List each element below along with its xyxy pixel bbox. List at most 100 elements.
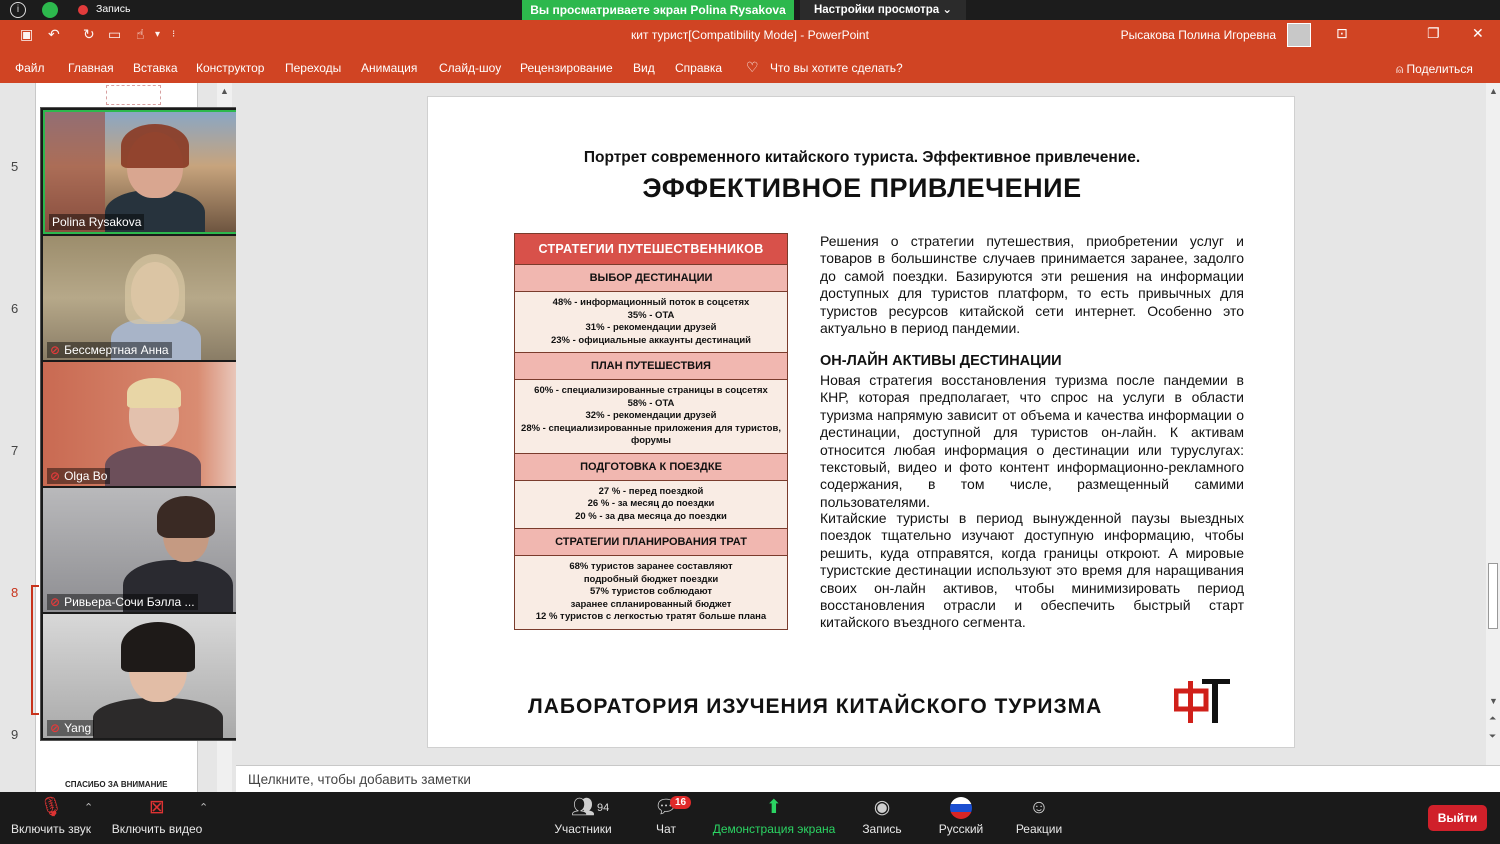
scroll-up-icon[interactable]: ▲ [1489, 86, 1498, 96]
participant-tile-anna[interactable]: ⊘ Бессмертная Анна [43, 236, 264, 360]
audio-options-chevron-icon[interactable]: ⌃ [84, 801, 93, 814]
participant-name: Olga Bo [64, 469, 108, 483]
share-label: Поделиться [1406, 62, 1473, 76]
paragraph-chinese-tourists[interactable]: Китайские туристы в период вынужденной п… [820, 510, 1244, 632]
table-section-body: 60% - специализированные страницы в соцс… [515, 380, 787, 454]
share-screen-button[interactable]: ⬆ Демонстрация экрана [712, 792, 836, 844]
scroll-down-icon[interactable]: ▼ [1489, 696, 1498, 706]
participant-hair [125, 254, 185, 324]
slide-canvas[interactable]: Портрет современного китайского туриста.… [427, 96, 1295, 748]
participants-button[interactable]: 👥︎ Участники [552, 792, 614, 844]
lightbulb-icon: ♡ [746, 59, 759, 75]
notes-placeholder[interactable]: Щелкните, чтобы добавить заметки [248, 772, 471, 787]
selected-slide-marker [31, 585, 39, 715]
tab-slideshow[interactable]: Слайд-шоу [439, 61, 501, 75]
close-window-icon[interactable]: ✕ [1472, 25, 1484, 42]
table-line: 32% - рекомендации друзей [585, 410, 717, 421]
info-icon[interactable]: i [10, 2, 26, 18]
online-assets-heading[interactable]: ОН-ЛАЙН АКТИВЫ ДЕСТИНАЦИИ [820, 353, 1062, 369]
chat-label: Чат [656, 822, 676, 836]
avatar[interactable] [1287, 23, 1311, 47]
language-button[interactable]: Русский [934, 792, 988, 844]
leave-button[interactable]: Выйти [1428, 805, 1487, 831]
table-section-heading: ВЫБОР ДЕСТИНАЦИИ [515, 265, 787, 292]
tab-file[interactable]: Файл [15, 61, 45, 75]
tab-view[interactable]: Вид [633, 61, 655, 75]
editor-scroll-thumb[interactable] [1488, 563, 1498, 629]
table-header: СТРАТЕГИИ ПУТЕШЕСТВЕННИКОВ [515, 234, 787, 265]
table-line: 28% - специализированные приложения для … [521, 422, 781, 447]
participant-name-label: ⊘ Yang [47, 720, 95, 736]
table-line: 26 % - за месяц до поездки [587, 498, 715, 509]
participant-hair [121, 124, 189, 168]
lab-footer[interactable]: ЛАБОРАТОРИЯ ИЗУЧЕНИЯ КИТАЙСКОГО ТУРИЗМА [528, 695, 1102, 719]
ppt-title-bar: ▣ ↶ ↻ ▭ ☝ ▾ ⁝ кит турист[Compatibility M… [0, 20, 1500, 50]
share-screen-icon: ⬆ [766, 797, 782, 818]
slide-number-5: 5 [11, 159, 19, 174]
tab-insert[interactable]: Вставка [133, 61, 178, 75]
participant-tile-olga[interactable]: ⊘ Olga Bo [43, 362, 264, 486]
zoom-toolbar: 🎙︎ Включить звук ⌃ ⊠ Включить видео ⌃ 👥︎… [0, 792, 1500, 844]
participant-video-strip[interactable]: Polina Rysakova ⊘ Бессмертная Анна ⊘ Olga … [40, 107, 265, 741]
table-line: 48% - информационный поток в соцсетях [552, 297, 750, 308]
table-section-body: 27 % - перед поездкой 26 % - за месяц до… [515, 480, 787, 529]
lab-logo-icon [1174, 679, 1230, 723]
restore-window-icon[interactable]: ❐ [1427, 25, 1440, 42]
table-line: 20 % - за два месяца до поездки [575, 510, 727, 522]
participant-name: Polina Rysakova [49, 214, 145, 230]
mic-off-icon: ⊘ [50, 343, 61, 357]
tab-review[interactable]: Рецензирование [520, 61, 613, 75]
recording-label: Запись [96, 3, 131, 15]
share-button[interactable]: ⍝ Поделиться [1396, 62, 1473, 77]
record-button[interactable]: ◉ Запись [860, 792, 904, 844]
mic-off-icon: 🎙︎ [38, 797, 64, 818]
record-label: Запись [862, 822, 902, 836]
security-shield-icon[interactable] [42, 2, 58, 18]
participant-name: Бессмертная Анна [64, 343, 169, 357]
reactions-label: Реакции [1015, 822, 1063, 836]
table-section-body: 68% туристов заранее составляют подробны… [515, 556, 787, 629]
notes-pane[interactable]: Щелкните, чтобы добавить заметки [236, 765, 1500, 792]
strategy-table[interactable]: СТРАТЕГИИ ПУТЕШЕСТВЕННИКОВ ВЫБОР ДЕСТИНА… [514, 233, 788, 630]
tab-help[interactable]: Справка [675, 61, 722, 75]
next-slide-icon[interactable]: ⏷ [1489, 731, 1496, 742]
tell-me-search[interactable]: Что вы хотите сделать? [770, 61, 903, 75]
tab-animations[interactable]: Анимация [361, 61, 417, 75]
tab-transitions[interactable]: Переходы [285, 61, 341, 75]
view-options-button[interactable]: Настройки просмотра ⌄ [800, 0, 966, 20]
video-options-chevron-icon[interactable]: ⌃ [199, 801, 208, 814]
table-line: 60% - специализированные страницы в соцс… [534, 385, 768, 396]
participants-label: Участники [554, 822, 612, 836]
tab-design[interactable]: Конструктор [196, 61, 264, 75]
table-line: 68% туристов заранее составляют [569, 561, 733, 572]
ribbon-tabs: Файл Главная Вставка Конструктор Переход… [0, 50, 1500, 83]
unmute-label: Включить звук [10, 822, 92, 836]
ribbon-display-options-icon[interactable]: ⊡ [1336, 25, 1348, 42]
user-name[interactable]: Рысакова Полина Игоревна [1121, 28, 1276, 42]
start-video-button[interactable]: ⊠ Включить видео [110, 792, 204, 844]
previous-slide-icon[interactable]: ⏶ [1489, 713, 1496, 724]
thumbnail-slide-4-preview[interactable] [106, 85, 161, 105]
unmute-button[interactable]: 🎙︎ Включить звук [10, 792, 92, 844]
participant-tile-polina[interactable]: Polina Rysakova [43, 110, 264, 234]
participant-name-label: ⊘ Бессмертная Анна [47, 342, 172, 358]
participant-name-label: ⊘ Olga Bo [47, 468, 111, 484]
table-line: 58% - OTA [627, 397, 675, 409]
paragraph-decisions[interactable]: Решения о стратегии путешествия, приобре… [820, 233, 1244, 337]
slide-subtitle[interactable]: Портрет современного китайского туриста.… [428, 149, 1296, 167]
table-line: 31% - рекомендации друзей [585, 322, 717, 333]
participant-name: Ривьера-Сочи Бэлла ... [64, 595, 195, 609]
start-video-label: Включить видео [111, 822, 203, 836]
participant-tile-yang[interactable]: ⊘ Yang [43, 614, 264, 738]
reactions-button[interactable]: ☺ Реакции [1012, 792, 1066, 844]
editor-scrollbar[interactable]: ▲ ▼ ⏶ ⏷ [1486, 83, 1500, 765]
mic-off-icon: ⊘ [50, 595, 61, 609]
video-off-icon: ⊠ [149, 797, 165, 818]
scroll-up-icon[interactable]: ▲ [220, 86, 229, 96]
table-line: 12 % туристов с легкостью тратят больше … [535, 611, 767, 622]
table-section-body: 48% - информационный поток в соцсетях 35… [515, 292, 787, 353]
tab-home[interactable]: Главная [68, 61, 114, 75]
slide-title[interactable]: ЭФФЕКТИВНОЕ ПРИВЛЕЧЕНИЕ [428, 173, 1296, 204]
participant-tile-bella[interactable]: ⊘ Ривьера-Сочи Бэлла ... [43, 488, 264, 612]
paragraph-new-strategy[interactable]: Новая стратегия восстановления туризма п… [820, 372, 1244, 511]
